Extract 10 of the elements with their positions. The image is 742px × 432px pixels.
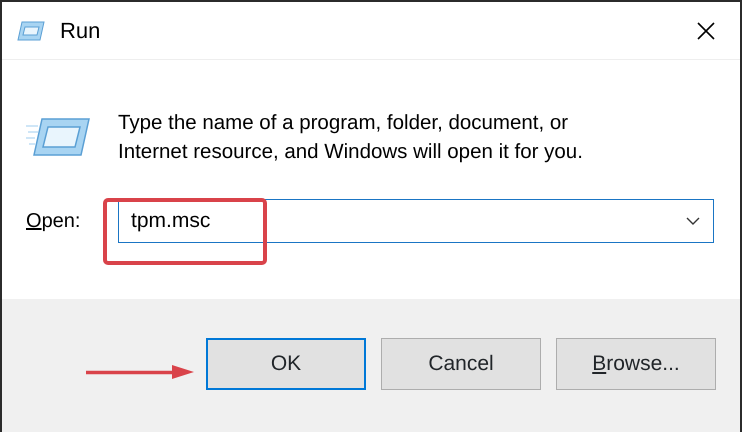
run-icon: [26, 118, 90, 156]
dialog-button[interactable]: OK: [206, 338, 366, 390]
instruction-text: Type the name of a program, folder, document, or Internet resource, and Windows will open it for you.: [118, 110, 584, 165]
dialog-button[interactable]: Cancel: [381, 338, 541, 390]
dialog-button[interactable]: Browse...: [556, 338, 716, 390]
open-label: Open:: [26, 209, 82, 234]
run-icon: [16, 20, 46, 40]
window-title: Run: [60, 17, 100, 45]
dropdown-caret-icon[interactable]: [686, 217, 700, 225]
open-combobox[interactable]: tpm.msc: [118, 199, 714, 243]
